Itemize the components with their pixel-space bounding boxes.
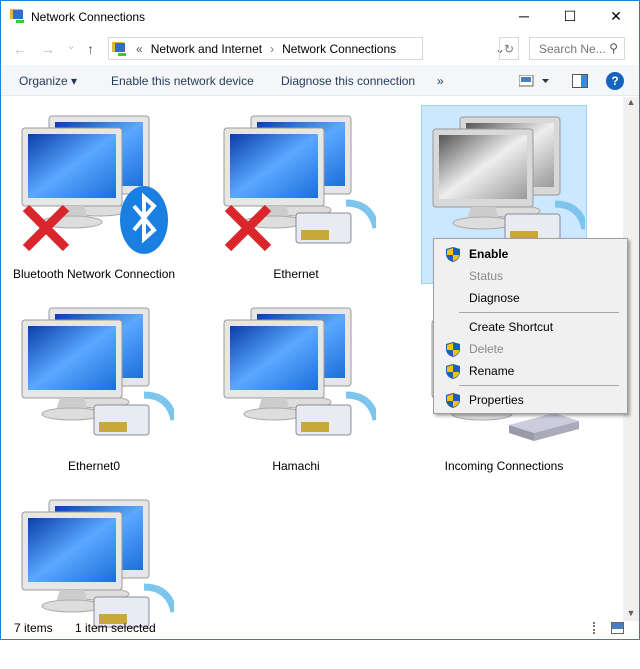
item-count: 7 items — [14, 621, 53, 635]
command-bar: Organize ▾ Enable this network device Di… — [1, 65, 639, 96]
menu-item-rename[interactable]: Rename — [434, 360, 627, 382]
address-row: ← → ⌄ ↑ « Network and Internet › Network… — [1, 37, 639, 61]
organize-menu[interactable]: Organize ▾ — [19, 74, 77, 88]
back-button[interactable]: ← — [13, 41, 27, 57]
connection-item[interactable]: Ethernet0 — [11, 297, 177, 477]
network-location-icon — [112, 41, 126, 56]
menu-item-properties[interactable]: Properties — [434, 389, 627, 411]
window: Network Connections ─ ☐ ✕ ← → ⌄ ↑ « Netw… — [0, 0, 640, 640]
modem-icon — [509, 413, 579, 441]
connection-item[interactable]: Hamachi — [213, 297, 379, 477]
window-title: Network Connections — [31, 10, 146, 24]
connection-item[interactable]: Bluetooth Network Connection — [11, 105, 177, 285]
network-connections-icon — [10, 9, 24, 23]
up-button[interactable]: ↑ — [87, 41, 94, 57]
refresh-button[interactable]: ↻ — [499, 37, 519, 60]
recent-locations-button[interactable]: ⌄ — [67, 41, 75, 52]
more-commands-button[interactable]: » — [437, 74, 444, 88]
help-button[interactable]: ? — [606, 72, 624, 90]
uac-shield-icon — [446, 393, 460, 408]
connection-label: Incoming Connections — [444, 459, 564, 473]
close-button[interactable]: ✕ — [593, 1, 639, 31]
menu-item-diagnose[interactable]: Diagnose — [434, 287, 627, 309]
network-adapter-icon — [21, 307, 174, 436]
breadcrumb-separator[interactable]: › — [270, 42, 274, 56]
preview-pane-icon[interactable] — [572, 74, 588, 88]
forward-button[interactable]: → — [41, 41, 55, 57]
title-bar: Network Connections ─ ☐ ✕ — [1, 1, 639, 33]
status-bar: 7 items 1 item selected — [1, 621, 639, 639]
network-adapter-icon — [21, 115, 168, 254]
network-adapter-icon — [223, 307, 376, 436]
menu-item-create-shortcut[interactable]: Create Shortcut — [434, 316, 627, 338]
menu-separator — [459, 385, 619, 386]
enable-device-button[interactable]: Enable this network device — [111, 74, 254, 88]
uac-shield-icon — [446, 247, 460, 262]
bluetooth-icon — [120, 186, 168, 254]
uac-shield-icon — [446, 364, 460, 379]
diagnose-connection-button[interactable]: Diagnose this connection — [281, 74, 415, 88]
uac-shield-icon — [446, 342, 460, 357]
connection-label: Bluetooth Network Connection — [12, 267, 176, 281]
connection-label: Ethernet — [273, 267, 319, 281]
connection-item[interactable] — [11, 489, 177, 669]
large-icons-view-icon[interactable] — [611, 622, 624, 634]
connection-item[interactable]: Ethernet — [213, 105, 379, 285]
breadcrumb-network-and-internet[interactable]: Network and Internet — [151, 42, 262, 56]
menu-item-status[interactable]: Status — [434, 265, 627, 287]
connection-label: Ethernet0 — [67, 459, 121, 473]
context-menu: Enable Status Diagnose Create Shortcut Delet… — [433, 238, 628, 414]
details-view-icon[interactable] — [593, 622, 605, 634]
selection-count: 1 item selected — [75, 621, 156, 635]
search-icon: ⚲ — [609, 41, 618, 55]
network-adapter-icon — [223, 115, 376, 252]
menu-separator — [459, 312, 619, 313]
connection-label: Hamachi — [272, 459, 320, 473]
menu-item-enable[interactable]: Enable — [434, 243, 627, 265]
search-input[interactable]: Search Ne... ⚲ — [529, 37, 625, 60]
overflow-crumb[interactable]: « — [136, 42, 143, 56]
breadcrumb-network-connections[interactable]: Network Connections — [282, 42, 396, 56]
menu-item-delete[interactable]: Delete — [434, 338, 627, 360]
address-bar[interactable]: « Network and Internet › Network Connect… — [108, 37, 505, 60]
change-view-icon[interactable] — [519, 75, 549, 87]
minimize-button[interactable]: ─ — [501, 1, 547, 31]
maximize-button[interactable]: ☐ — [547, 1, 593, 31]
